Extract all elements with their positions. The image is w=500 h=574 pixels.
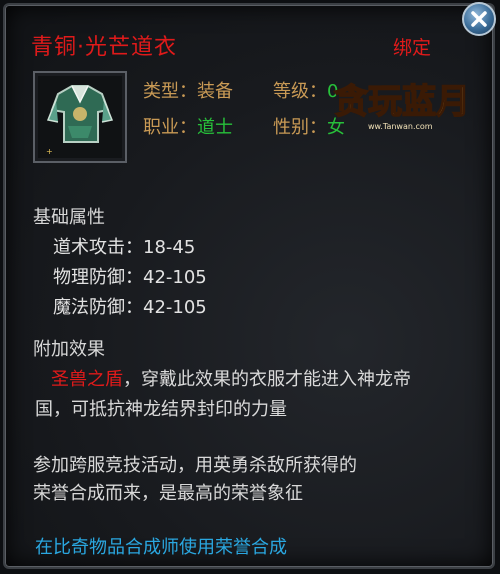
game-logo: 贪玩蓝月 ww.Tanwan.com — [333, 81, 471, 131]
job-value: 道士 — [197, 117, 233, 138]
stat-row: 道术攻击：18-45 — [53, 233, 195, 259]
stat-value: 18-45 — [143, 237, 196, 258]
synthesis-hint: 在比奇物品合成师使用荣誉合成 — [35, 537, 287, 558]
description-line-1: 参加跨服竞技活动，用英勇杀敌所获得的 — [33, 455, 357, 476]
type-label: 类型： — [143, 81, 197, 102]
effect-name: 圣兽之盾 — [51, 369, 123, 390]
description-line-2: 荣誉合成而来，是最高的荣誉象征 — [33, 483, 303, 504]
logo-url: ww.Tanwan.com — [368, 122, 433, 131]
item-tooltip: 青铜·光芒道衣 绑定 + 类型：装备 等级：0 职业：道士 性别：女 贪玩蓝月 … — [3, 3, 495, 569]
stat-value: 42-105 — [143, 267, 207, 288]
type-row: 类型：装备 — [143, 77, 233, 103]
stat-row: 魔法防御：42-105 — [53, 293, 207, 319]
stat-value: 42-105 — [143, 297, 207, 318]
stat-label: 道术攻击： — [53, 237, 143, 258]
job-label: 职业： — [143, 117, 197, 138]
svg-text:+: + — [46, 147, 53, 156]
gender-label: 性别： — [273, 117, 327, 138]
job-row: 职业：道士 — [143, 113, 233, 139]
level-row: 等级：0 — [273, 77, 338, 103]
stat-label: 物理防御： — [53, 267, 143, 288]
type-value: 装备 — [197, 81, 233, 102]
bind-status: 绑定 — [393, 37, 432, 59]
close-icon — [471, 11, 487, 27]
effect-line-1: 圣兽之盾，穿戴此效果的衣服才能进入神龙帝 — [51, 365, 411, 391]
item-name: 青铜·光芒道衣 — [31, 35, 177, 60]
level-label: 等级： — [273, 81, 327, 102]
effect-line-2: 国，可抵抗神龙结界封印的力量 — [35, 399, 287, 420]
extra-effect-heading: 附加效果 — [33, 339, 105, 360]
stat-label: 魔法防御： — [53, 297, 143, 318]
base-attr-heading: 基础属性 — [33, 207, 105, 228]
effect-text: ，穿戴此效果的衣服才能进入神龙帝 — [123, 369, 411, 390]
stat-row: 物理防御：42-105 — [53, 263, 207, 289]
logo-text: 贪玩蓝月 — [334, 82, 470, 122]
item-icon-slot: + — [33, 71, 127, 163]
armor-robe-icon: + — [38, 76, 122, 158]
close-button[interactable] — [462, 2, 496, 36]
